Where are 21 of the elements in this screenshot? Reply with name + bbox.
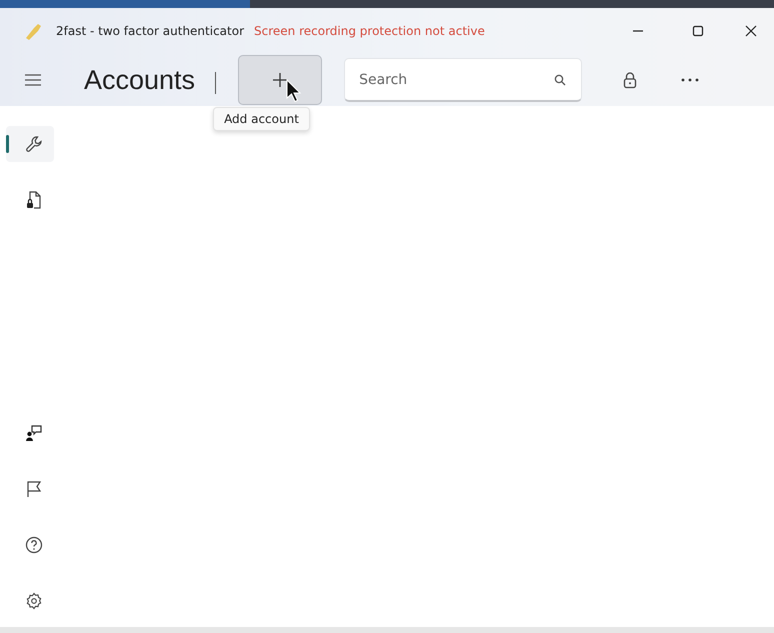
menu-icon bbox=[25, 74, 41, 86]
add-button[interactable] bbox=[238, 55, 322, 105]
locked-file-icon bbox=[25, 190, 43, 210]
cursor-icon bbox=[286, 79, 302, 103]
close-icon bbox=[745, 25, 757, 37]
settings-icon bbox=[25, 592, 43, 610]
help-icon bbox=[25, 536, 43, 554]
search-icon bbox=[554, 74, 566, 86]
tooltip: Add account bbox=[213, 107, 310, 131]
recording-warning: Screen recording protection not active bbox=[254, 24, 485, 38]
search-field[interactable]: Search bbox=[344, 58, 582, 102]
plus-icon bbox=[272, 72, 288, 88]
lock-icon bbox=[622, 71, 638, 89]
page-title: Accounts bbox=[84, 64, 196, 96]
person-chat-icon bbox=[25, 424, 43, 442]
nav-item[interactable] bbox=[6, 126, 54, 162]
wrench-icon bbox=[25, 135, 43, 153]
window-title: 2fast - two factor authenticator bbox=[56, 24, 244, 38]
more-icon bbox=[681, 78, 700, 82]
flag-icon bbox=[26, 480, 42, 498]
maximize-icon bbox=[692, 25, 704, 37]
